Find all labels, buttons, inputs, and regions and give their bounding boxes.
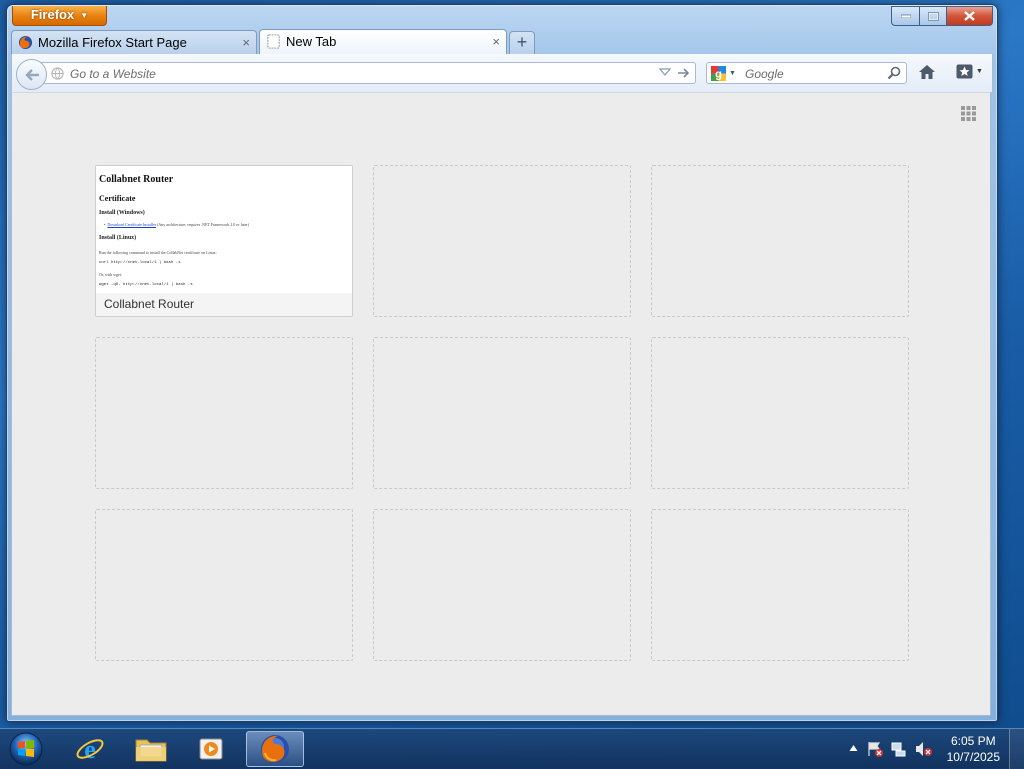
- back-arrow-icon: [24, 68, 39, 81]
- empty-site-tile: [95, 509, 353, 661]
- taskbar: e 6:05 PM 10/7/2025: [0, 728, 1024, 769]
- windows-explorer-icon: [135, 739, 166, 762]
- empty-site-tile: [373, 509, 631, 661]
- chevron-down-icon: ▼: [729, 70, 736, 77]
- search-icon[interactable]: [887, 66, 901, 80]
- close-icon: [964, 11, 975, 21]
- system-tray: 6:05 PM 10/7/2025: [824, 729, 1024, 769]
- firefox-menu-label: Firefox: [30, 7, 75, 22]
- site-thumbnail: Collabnet Router Certificate Install (Wi…: [96, 166, 352, 293]
- taskbar-firefox[interactable]: [246, 731, 304, 767]
- clock-time: 6:05 PM: [950, 734, 996, 748]
- empty-site-tile: [373, 337, 631, 489]
- thumbnail-link: Download Certificate Installer: [107, 222, 157, 227]
- search-engine-selector[interactable]: g ▼: [711, 66, 736, 81]
- navigation-toolbar: g ▼ ▼: [11, 54, 993, 93]
- tab-strip: Mozilla Firefox Start Page × New Tab × +: [11, 29, 535, 54]
- firefox-menu-button[interactable]: Firefox ▼: [12, 6, 107, 26]
- empty-site-tile: [651, 509, 909, 661]
- action-center-flag-icon[interactable]: [867, 741, 883, 757]
- start-button[interactable]: [6, 730, 46, 768]
- close-window-button[interactable]: [947, 6, 993, 26]
- firefox-icon: [261, 735, 289, 763]
- empty-site-tile: [651, 165, 909, 317]
- new-tab-page: Collabnet Router Certificate Install (Wi…: [11, 92, 991, 716]
- clock[interactable]: 6:05 PM 10/7/2025: [947, 733, 1000, 765]
- globe-icon: [51, 67, 64, 80]
- go-arrow-icon[interactable]: [677, 67, 690, 79]
- tab-title: New Tab: [286, 34, 337, 49]
- svg-text:e: e: [84, 735, 96, 764]
- thumbnail-section: Certificate: [99, 194, 136, 203]
- thumbnail-heading: Collabnet Router: [99, 174, 174, 185]
- search-input[interactable]: [743, 64, 882, 84]
- tab-new-tab[interactable]: New Tab ×: [259, 29, 507, 54]
- thumbnail-paragraph: Run the following command to install the…: [99, 250, 217, 255]
- plus-icon: +: [516, 32, 528, 52]
- toggle-grid-icon[interactable]: [961, 106, 976, 121]
- thumbnail-subheading: Install (Linux): [99, 235, 137, 241]
- thumbnail-list-item: • Download Certificate Installer (Any ar…: [104, 222, 250, 227]
- show-desktop-button[interactable]: [1009, 729, 1024, 769]
- taskbar-media-player[interactable]: [183, 731, 238, 767]
- media-player-icon: [199, 738, 222, 760]
- back-button[interactable]: [16, 59, 47, 90]
- url-bar[interactable]: [34, 62, 696, 84]
- search-bar[interactable]: g ▼: [706, 62, 907, 84]
- restore-icon: [927, 11, 939, 21]
- svg-text:g: g: [715, 69, 722, 81]
- new-tab-button[interactable]: +: [509, 31, 535, 54]
- thumbnail-bullet-text: (Any architecture; requires .NET Framewo…: [157, 222, 250, 227]
- thumbnail-subheading: Install (Windows): [99, 210, 145, 216]
- taskbar-internet-explorer[interactable]: e: [62, 731, 117, 767]
- home-icon[interactable]: [918, 64, 936, 80]
- minimize-button[interactable]: [891, 6, 920, 26]
- empty-site-tile: [651, 337, 909, 489]
- network-icon[interactable]: [891, 741, 907, 757]
- chevron-down-icon: ▼: [80, 10, 89, 20]
- volume-muted-icon[interactable]: [915, 741, 932, 757]
- bookmarks-menu-button[interactable]: ▼: [956, 64, 983, 79]
- tab-firefox-start-page[interactable]: Mozilla Firefox Start Page ×: [11, 30, 257, 54]
- firefox-window: Firefox ▼ Mozilla Firefox Start Page × Ne…: [6, 4, 998, 722]
- tab-title: Mozilla Firefox Start Page: [38, 35, 187, 50]
- thumbnail-code: curl http://cnet.local/1 | bash -s: [99, 261, 181, 265]
- empty-site-tile: [373, 165, 631, 317]
- empty-site-tile: [95, 337, 353, 489]
- history-dropdown-icon[interactable]: [659, 67, 671, 77]
- site-tile-title: Collabnet Router: [104, 297, 195, 311]
- window-controls: [891, 6, 993, 26]
- internet-explorer-icon: e: [76, 735, 103, 764]
- url-input[interactable]: [68, 64, 632, 84]
- minimize-icon: [900, 14, 911, 18]
- site-tile-collabnet-router[interactable]: Collabnet Router Certificate Install (Wi…: [95, 165, 353, 317]
- clock-date: 10/7/2025: [946, 750, 1000, 764]
- site-grid: Collabnet Router Certificate Install (Wi…: [95, 165, 909, 661]
- blank-page-icon: [267, 34, 280, 49]
- google-icon: g: [711, 66, 726, 81]
- close-tab-icon[interactable]: ×: [492, 30, 500, 53]
- taskbar-windows-explorer[interactable]: [123, 731, 178, 767]
- bookmarks-icon: [956, 64, 973, 79]
- thumbnail-paragraph: Or, with wget:: [99, 272, 123, 277]
- chevron-down-icon: ▼: [976, 68, 983, 75]
- thumbnail-code: wget -qO- http://cnet.local/1 | bash -s: [99, 283, 193, 287]
- firefox-icon: [18, 35, 33, 50]
- close-tab-icon[interactable]: ×: [242, 31, 250, 54]
- show-hidden-icons-icon[interactable]: [849, 744, 858, 752]
- maximize-button[interactable]: [920, 6, 947, 26]
